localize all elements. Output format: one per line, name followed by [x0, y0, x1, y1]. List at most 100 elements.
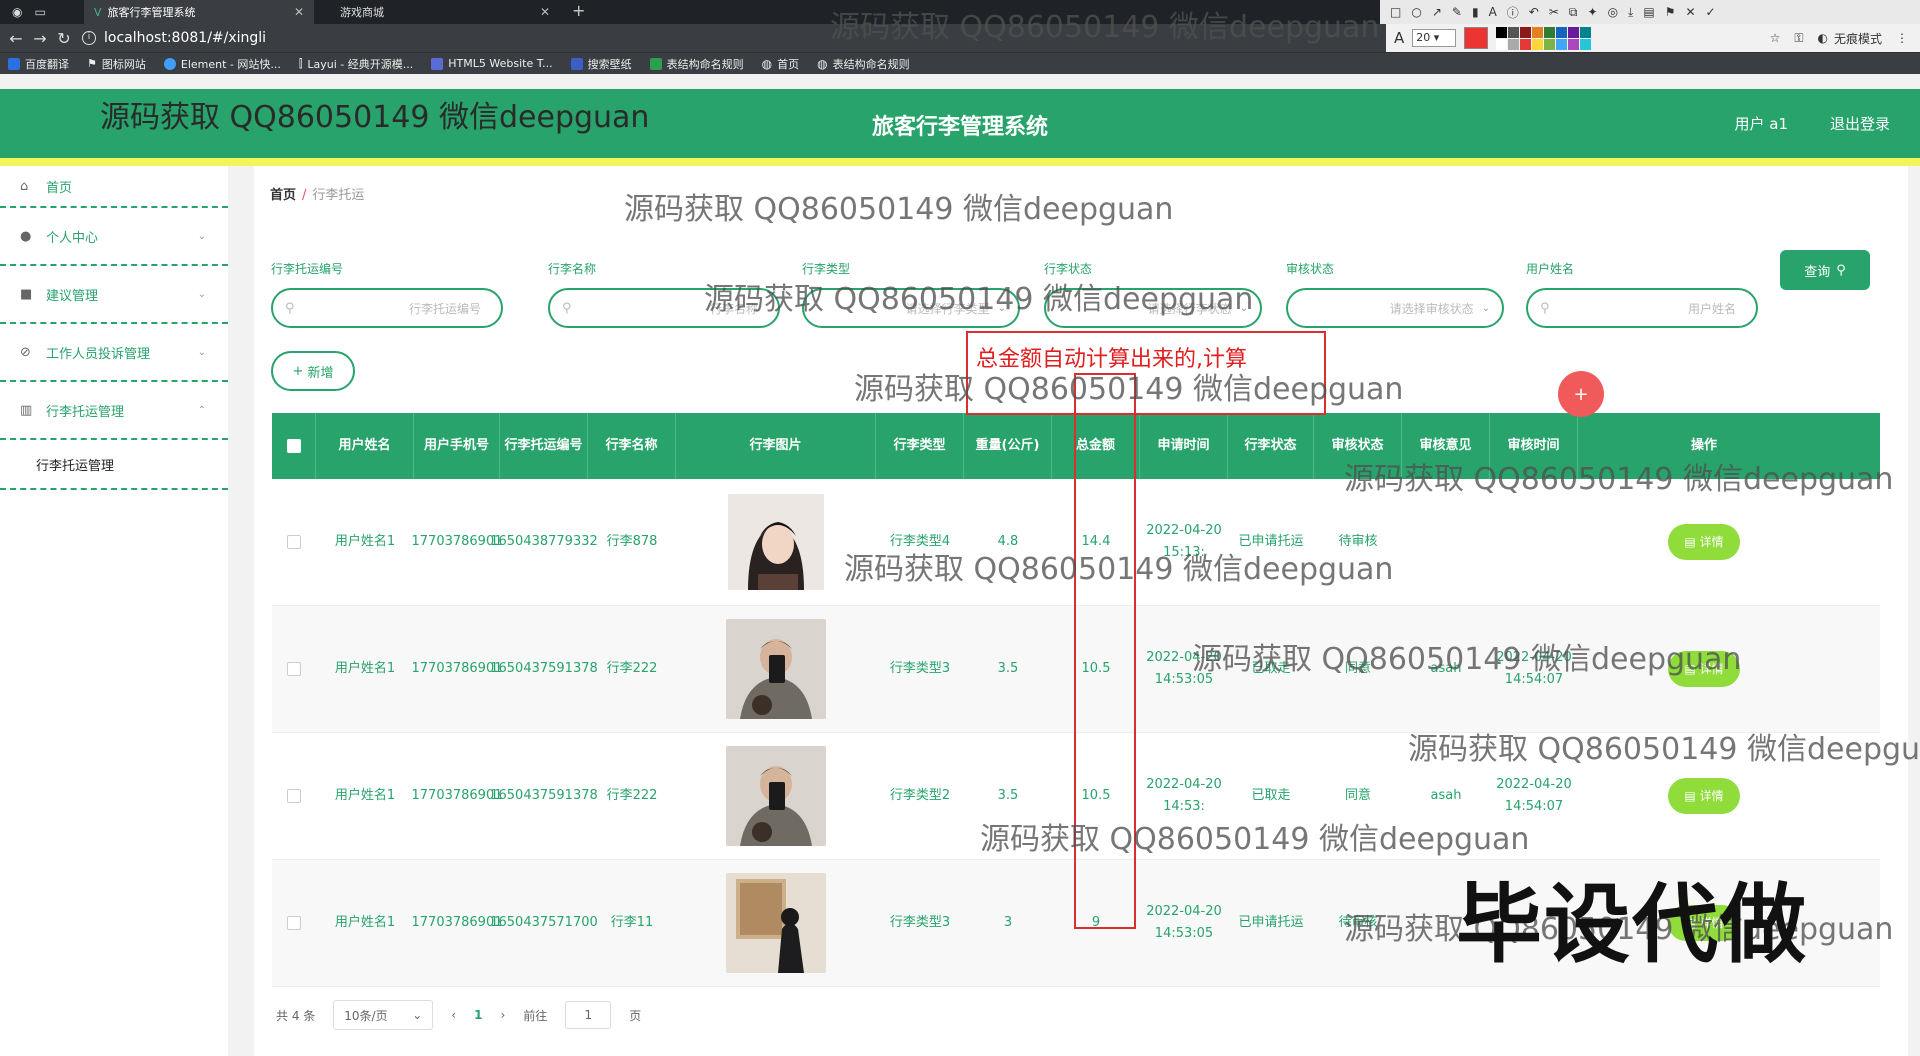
star-icon[interactable]: ☆ — [1770, 31, 1781, 45]
confirm-icon[interactable]: ✓ — [1706, 5, 1716, 19]
prev-page-icon[interactable]: ‹ — [451, 1008, 456, 1022]
page-size-select[interactable]: 10条/页 ⌄ — [333, 1000, 434, 1030]
row-checkbox[interactable] — [287, 789, 301, 803]
add-button[interactable]: + 新增 — [271, 351, 355, 391]
plus-icon: + — [292, 363, 304, 379]
cell-weight: 3.5 — [997, 661, 1019, 676]
col-header[interactable]: 用户手机号 — [414, 413, 500, 479]
copy-icon[interactable]: ⧉ — [1569, 5, 1578, 20]
bookmark-item[interactable]: HTML5 Website T... — [431, 57, 553, 70]
next-page-icon[interactable]: › — [500, 1008, 505, 1022]
filter-audit-select[interactable]: 请选择审核状态 ⌄ — [1286, 288, 1504, 328]
sidebar-item-complaints[interactable]: ⊘ 工作人员投诉管理 ⌄ — [0, 324, 228, 382]
luggage-photo[interactable] — [728, 494, 824, 590]
detail-button[interactable]: ▤ 详情 — [1668, 524, 1740, 560]
more-menu-icon[interactable]: ⋮ — [1896, 31, 1908, 45]
current-color-swatch[interactable] — [1464, 27, 1489, 49]
bookmark-item[interactable]: 百度翻译 — [8, 56, 69, 72]
back-icon[interactable]: ← — [4, 29, 28, 48]
sidebar-item-home[interactable]: ⌂ 首页 — [0, 166, 228, 208]
close-tab-icon[interactable]: ✕ — [294, 5, 304, 19]
luggage-photo[interactable] — [726, 619, 826, 719]
col-header[interactable]: 用户姓名 — [316, 413, 414, 479]
ellipse-tool-icon[interactable]: ○ — [1411, 5, 1421, 19]
cell-type: 行李类型3 — [889, 915, 951, 930]
color-palette[interactable] — [1496, 26, 1592, 50]
logout-button[interactable]: 退出登录 — [1830, 113, 1890, 134]
text-tool-icon[interactable]: A — [1489, 5, 1497, 19]
sidebar-item-suggestions[interactable]: ■ 建议管理 ⌄ — [0, 266, 228, 324]
cut-icon[interactable]: ✂ — [1549, 5, 1559, 19]
close-icon[interactable]: ✕ — [1685, 5, 1695, 19]
annotation-style-bar: A 20 ▾ ☆ ⚿ ◐ 无痕模式 ⋮ — [1386, 24, 1920, 52]
col-header[interactable]: 重量(公斤) — [964, 413, 1052, 479]
url-field[interactable]: i localhost:8081/#/xingli — [82, 25, 266, 51]
pen-tool-icon[interactable]: ✎ — [1452, 5, 1462, 19]
incognito-indicator[interactable]: ◐ 无痕模式 — [1818, 30, 1883, 47]
bookmark-item[interactable]: ⫿ Layui - 经典开源模... — [299, 56, 413, 72]
goto-page-input[interactable]: 1 — [565, 1001, 612, 1029]
bookmark-item[interactable]: 表结构命名规则 — [649, 56, 744, 72]
key-icon[interactable]: ⚿ — [1794, 31, 1803, 46]
filter-code-input[interactable]: ⚲ 行李托运编号 — [271, 288, 503, 328]
vue-icon: V — [94, 5, 102, 19]
luggage-photo[interactable] — [726, 873, 826, 973]
col-header[interactable]: 行李状态 — [1228, 413, 1314, 479]
tab-second[interactable]: 游戏商城 ✕ — [330, 0, 560, 24]
tab-active[interactable]: V 旅客行李管理系统 ✕ — [84, 0, 314, 24]
font-size-select[interactable]: 20 ▾ — [1412, 29, 1457, 47]
forward-icon[interactable]: → — [28, 29, 52, 48]
save-icon[interactable]: ▤ — [1643, 5, 1654, 19]
row-checkbox[interactable] — [287, 535, 301, 549]
new-tab-button[interactable]: + — [572, 0, 585, 22]
filter-user-input[interactable]: ⚲ 用户姓名 — [1526, 288, 1758, 328]
url-text: localhost:8081/#/xingli — [104, 30, 267, 46]
arrow-tool-icon[interactable]: ↗ — [1432, 5, 1442, 19]
window-restore-icon[interactable]: ▭ — [34, 0, 45, 24]
watermark: 源码获取 QQ86050149 微信deepguan — [100, 100, 650, 135]
chevron-down-icon: ⌄ — [1481, 302, 1490, 314]
filter-label-user: 用户姓名 — [1526, 262, 1575, 276]
goto-label: 前往 — [523, 1008, 548, 1023]
col-header[interactable]: 行李类型 — [876, 413, 964, 479]
sidebar-item-profile[interactable]: ● 个人中心 ⌄ — [0, 208, 228, 266]
bookmark-item[interactable]: ◍ 表结构命名规则 — [817, 56, 909, 72]
detail-button[interactable]: ▤ 详情 — [1668, 778, 1740, 814]
row-checkbox[interactable] — [287, 916, 301, 930]
home-icon: ⌂ — [20, 178, 29, 194]
sidebar-item-luggage[interactable]: ▥ 行李托运管理 ⌃ — [0, 382, 228, 440]
bookmark-item[interactable]: ◍ 首页 — [762, 56, 799, 72]
bookmark-item[interactable]: 搜索壁纸 — [570, 56, 632, 72]
cell-code: 1650438779332 — [490, 534, 598, 549]
browser-menu-icon[interactable]: ◉ — [12, 0, 22, 24]
sidebar-subitem-luggage-manage[interactable]: 行李托运管理 — [0, 440, 228, 490]
luggage-photo[interactable] — [726, 746, 826, 846]
highlight-tool-icon[interactable]: ▮ — [1472, 5, 1479, 19]
bookmark-item[interactable]: Element - 网站快... — [163, 56, 281, 72]
pin-icon[interactable]: ✦ — [1588, 5, 1598, 19]
col-header[interactable]: 申请时间 — [1140, 413, 1228, 479]
page-number[interactable]: 1 — [474, 1008, 482, 1022]
download-icon[interactable]: ⤓ — [1628, 5, 1633, 20]
col-header[interactable]: 行李名称 — [588, 413, 676, 479]
bookmark-item[interactable]: ⚑ 图标网站 — [87, 56, 146, 72]
query-button[interactable]: 查询 ⚲ — [1780, 250, 1870, 290]
record-icon[interactable]: ◎ — [1608, 5, 1618, 19]
col-header[interactable]: 行李托运编号 — [500, 413, 588, 479]
watermark: 源码获取 QQ86050149 微信deepguan — [624, 192, 1174, 227]
watermark: 源码获取 QQ86050149 微信deepguan — [704, 282, 1254, 317]
close-tab-icon[interactable]: ✕ — [540, 5, 550, 19]
rect-tool-icon[interactable]: □ — [1390, 5, 1401, 19]
row-checkbox[interactable] — [287, 662, 301, 676]
watermark: 源码获取 QQ86050149 微信deepguan — [854, 372, 1404, 407]
current-user[interactable]: 用户 a1 — [1734, 113, 1788, 134]
info-icon[interactable]: i — [82, 31, 96, 45]
col-header[interactable]: 行李图片 — [676, 413, 876, 479]
reload-icon[interactable]: ↻ — [52, 29, 76, 48]
info-tool-icon[interactable]: ⓘ — [1507, 4, 1519, 21]
cell-phone: 17703786901 — [411, 915, 503, 930]
select-all-checkbox[interactable] — [286, 439, 301, 453]
breadcrumb-home[interactable]: 首页 — [270, 188, 296, 203]
undo-icon[interactable]: ↶ — [1529, 5, 1539, 19]
bookmark-icon[interactable]: ⚑ — [1665, 5, 1676, 19]
